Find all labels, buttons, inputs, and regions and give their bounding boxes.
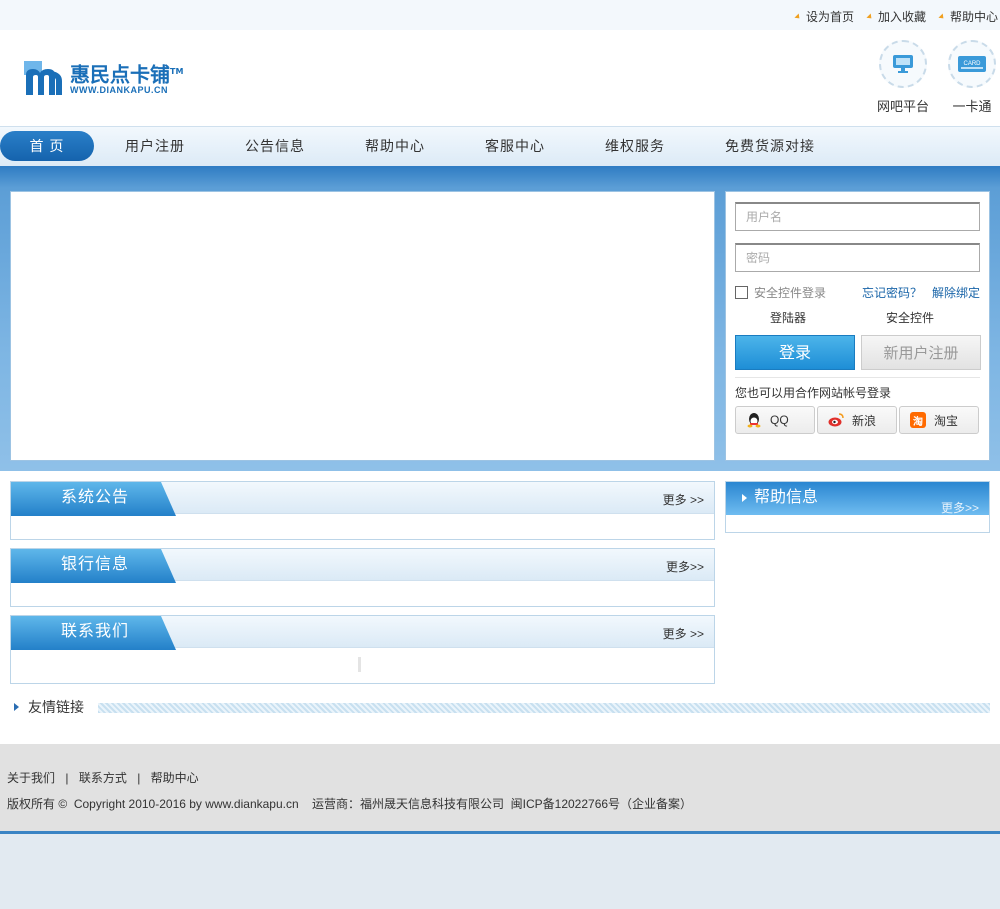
svg-text:CARD: CARD: [963, 61, 981, 67]
logo-url: WWW.DIANKAPU.CN: [70, 85, 168, 96]
about-link[interactable]: 关于我们: [7, 771, 55, 785]
panel-title: 联系我们: [11, 616, 176, 650]
netbar-platform-link[interactable]: 网吧平台: [873, 40, 933, 115]
secure-login-label: 安全控件登录: [754, 286, 827, 300]
footer-help-link[interactable]: 帮助中心: [151, 771, 199, 785]
page-bottom: [0, 837, 1000, 909]
nav-register[interactable]: 用户注册: [110, 131, 200, 161]
top-bar: 设为首页 加入收藏 帮助中心: [0, 0, 1000, 30]
netbar-platform-label: 网吧平台: [876, 99, 929, 114]
nav-rights[interactable]: 维权服务: [590, 131, 680, 161]
site-logo[interactable]: 惠民点卡铺TM WWW.DIANKAPU.CN: [22, 57, 183, 99]
login-options: 安全控件登录 忘记密码？ 解除绑定: [735, 284, 980, 301]
one-card-label: 一卡通: [952, 99, 992, 114]
banner-slot: [10, 191, 715, 461]
top-links: 设为首页 加入收藏 帮助中心: [794, 8, 998, 25]
triangle-icon: [742, 494, 747, 502]
logo-mark-icon: [22, 57, 66, 99]
qq-icon: [746, 412, 762, 428]
add-favorite-link[interactable]: 加入收藏: [866, 8, 926, 25]
secure-login-checkbox[interactable]: [735, 286, 748, 299]
login-box: 用户名 密码 安全控件登录 忘记密码？ 解除绑定 登陆器 安全控件 登录 新用户…: [725, 191, 990, 461]
launcher-link[interactable]: 登陆器: [770, 309, 806, 326]
more-link[interactable]: 更多 >>: [663, 491, 704, 508]
taobao-login-button[interactable]: 淘 淘宝: [899, 406, 979, 434]
username-input[interactable]: 用户名: [735, 202, 980, 231]
contact-link[interactable]: 联系方式: [79, 771, 127, 785]
main-nav: 首 页 用户注册 公告信息 帮助中心 客服中心 维权服务 免费货源对接: [0, 126, 1000, 166]
nav-free-supply[interactable]: 免费货源对接: [710, 131, 830, 161]
divider: [735, 377, 980, 378]
divider: [98, 703, 990, 713]
bank-info-panel: 银行信息 更多>>: [10, 548, 715, 607]
more-link[interactable]: 更多>>: [666, 558, 704, 575]
help-info-panel: 帮助信息 更多>>: [725, 481, 990, 533]
help-center-link[interactable]: 帮助中心: [938, 8, 998, 25]
qq-login-button[interactable]: QQ: [735, 406, 815, 434]
triangle-icon: [14, 703, 19, 711]
login-button[interactable]: 登录: [735, 335, 855, 370]
new-user-register-button[interactable]: 新用户注册: [861, 335, 981, 370]
unbind-link[interactable]: 解除绑定: [932, 284, 980, 301]
content-area: 系统公告 更多 >> 银行信息 更多>> 联系我们 更多 >> 帮助信息 更多>…: [0, 471, 1000, 744]
sina-login-button[interactable]: 新浪: [817, 406, 897, 434]
password-input[interactable]: 密码: [735, 243, 980, 272]
hero-area: 用户名 密码 安全控件登录 忘记密码？ 解除绑定 登陆器 安全控件 登录 新用户…: [0, 166, 1000, 471]
site-header: 惠民点卡铺TM WWW.DIANKAPU.CN 网吧平台 CARD 一卡通: [0, 30, 1000, 126]
footer-separator: |: [65, 771, 69, 785]
arrow-icon: [866, 12, 874, 21]
one-card-link[interactable]: CARD 一卡通: [942, 40, 1000, 115]
friend-links: 友情链接: [10, 697, 990, 717]
weibo-icon: [828, 412, 844, 428]
footer-separator: |: [137, 771, 141, 785]
forgot-password-link[interactable]: 忘记密码？: [862, 284, 922, 301]
monitor-icon: [879, 40, 927, 88]
logo-name: 惠民点卡铺TM: [70, 62, 184, 87]
footer-links: 关于我们 | 联系方式 | 帮助中心: [7, 769, 199, 786]
copyright: 版权所有 © Copyright 2010-2016 by www.dianka…: [7, 797, 693, 811]
contact-us-panel: 联系我们 更多 >>: [10, 615, 715, 684]
system-announcement-panel: 系统公告 更多 >>: [10, 481, 715, 540]
card-icon: CARD: [948, 40, 996, 88]
panel-title: 银行信息: [11, 549, 176, 583]
nav-service[interactable]: 客服中心: [470, 131, 560, 161]
arrow-icon: [938, 12, 946, 21]
set-homepage-link[interactable]: 设为首页: [794, 8, 854, 25]
footer: 关于我们 | 联系方式 | 帮助中心 版权所有 © Copyright 2010…: [0, 744, 1000, 834]
secure-control-link[interactable]: 安全控件: [886, 309, 934, 326]
friend-links-title: 友情链接: [28, 699, 84, 715]
panel-title: 系统公告: [11, 482, 176, 516]
taobao-icon: 淘: [910, 412, 926, 428]
nav-help[interactable]: 帮助中心: [350, 131, 440, 161]
arrow-icon: [794, 12, 802, 21]
nav-announcements[interactable]: 公告信息: [230, 131, 320, 161]
trademark: TM: [170, 66, 184, 76]
partner-login-text: 您也可以用合作网站帐号登录: [735, 386, 892, 400]
nav-home[interactable]: 首 页: [0, 131, 94, 161]
more-link[interactable]: 更多 >>: [663, 625, 704, 642]
help-title: 帮助信息: [754, 489, 819, 506]
more-link[interactable]: 更多>>: [941, 492, 979, 524]
content-marker: [358, 657, 361, 672]
